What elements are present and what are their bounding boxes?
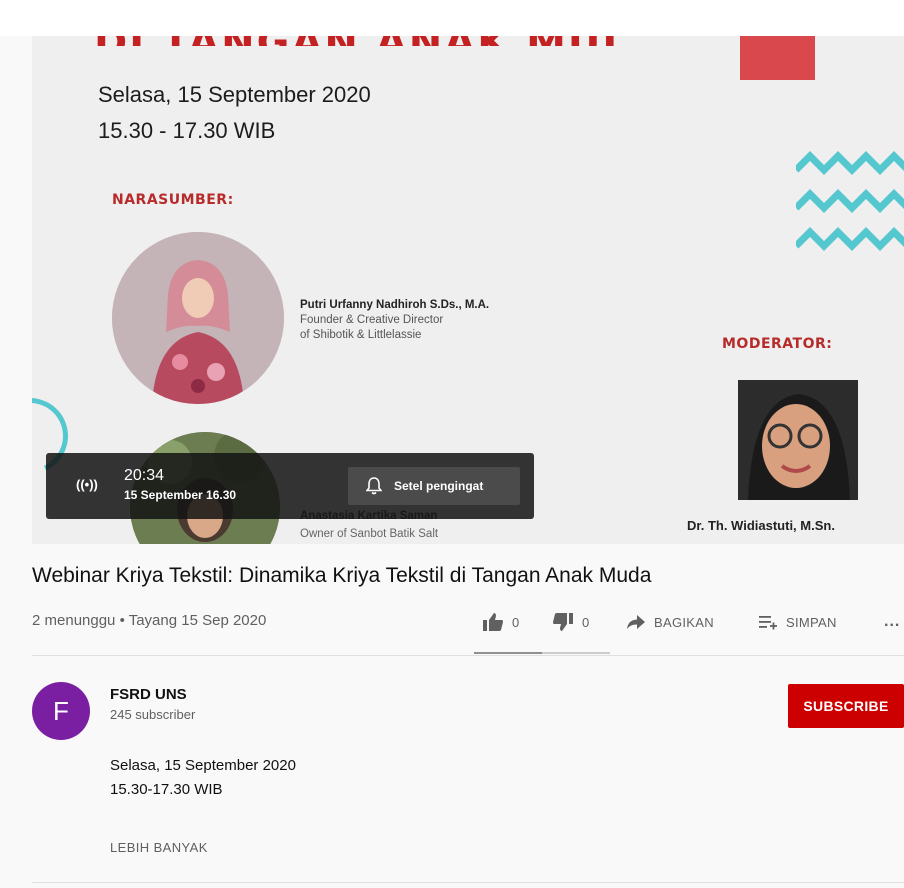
speaker2-role: Owner of Sanbot Batik Salt <box>300 528 439 540</box>
live-broadcast-icon: ((•)) <box>76 477 98 492</box>
divider <box>32 882 904 883</box>
more-actions-button[interactable]: ... <box>884 613 900 631</box>
event-time: 15.30 - 17.30 WIB <box>98 118 276 143</box>
subscriber-count: 245 subscriber <box>110 707 196 722</box>
moderator-photo <box>738 380 858 500</box>
scheduled-time: 15 September 16.30 <box>124 488 237 502</box>
speaker1-name: Putri Urfanny Nadhiroh S.Ds., M.A. <box>300 299 490 311</box>
video-title: Webinar Kriya Tekstil: Dinamika Kriya Te… <box>32 564 652 587</box>
moderator-label: MODERATOR: <box>722 336 833 352</box>
description-line2: 15.30-17.30 WIB <box>110 781 223 798</box>
zigzag-decor <box>796 151 904 251</box>
bell-icon <box>366 477 382 495</box>
upcoming-live-overlay: ((•)) 20:34 15 September 16.30 Setel pen… <box>46 453 534 519</box>
like-dislike-fill <box>474 652 542 654</box>
like-count: 0 <box>512 614 520 630</box>
speaker1-info: Putri Urfanny Nadhiroh S.Ds., M.A. Found… <box>300 298 489 343</box>
share-label: BAGIKAN <box>654 614 714 630</box>
channel-name[interactable]: FSRD UNS <box>110 686 187 703</box>
like-dislike-bar <box>474 652 610 654</box>
playlist-add-icon <box>759 616 777 630</box>
speakers-label: NARASUMBER: <box>112 192 234 208</box>
red-decor-rect <box>740 36 815 80</box>
save-label: SIMPAN <box>786 614 837 630</box>
thumbs-up-icon <box>483 613 503 631</box>
share-arrow-icon <box>627 615 645 629</box>
speaker1-photo <box>112 232 284 404</box>
more-icon: ... <box>884 613 901 630</box>
countdown-time: 20:34 <box>124 467 165 484</box>
event-date: Selasa, 15 September 2020 <box>98 82 371 107</box>
moderator-name: Dr. Th. Widiastuti, M.Sn. <box>687 518 835 533</box>
share-button[interactable]: BAGIKAN <box>626 614 714 630</box>
subscribe-button[interactable]: SUBSCRIBE <box>788 684 904 728</box>
description-line1: Selasa, 15 September 2020 <box>110 757 296 774</box>
speaker1-role-line1: Founder & Creative Director <box>300 314 444 326</box>
video-meta: 2 menunggu • Tayang 15 Sep 2020 <box>32 612 267 629</box>
show-more-link[interactable]: LEBIH BANYAK <box>110 840 208 855</box>
video-player[interactable]: DI TANGAN ANAK MUDA Selasa, 15 September… <box>32 36 904 544</box>
banner-title: DI TANGAN ANAK MUDA <box>94 36 614 46</box>
channel-avatar[interactable]: F <box>32 682 90 740</box>
speaker1-role-line2: of Shibotik & Littlelassie <box>300 329 422 341</box>
top-strip <box>0 0 904 36</box>
like-button[interactable]: 0 <box>482 612 520 632</box>
save-button[interactable]: SIMPAN <box>758 614 837 630</box>
dislike-button[interactable]: 0 <box>552 612 590 632</box>
divider <box>32 655 904 656</box>
dislike-count: 0 <box>582 614 590 630</box>
thumbs-down-icon <box>553 613 573 631</box>
set-reminder-label: Setel pengingat <box>394 479 484 493</box>
set-reminder-button[interactable]: Setel pengingat <box>348 467 520 505</box>
